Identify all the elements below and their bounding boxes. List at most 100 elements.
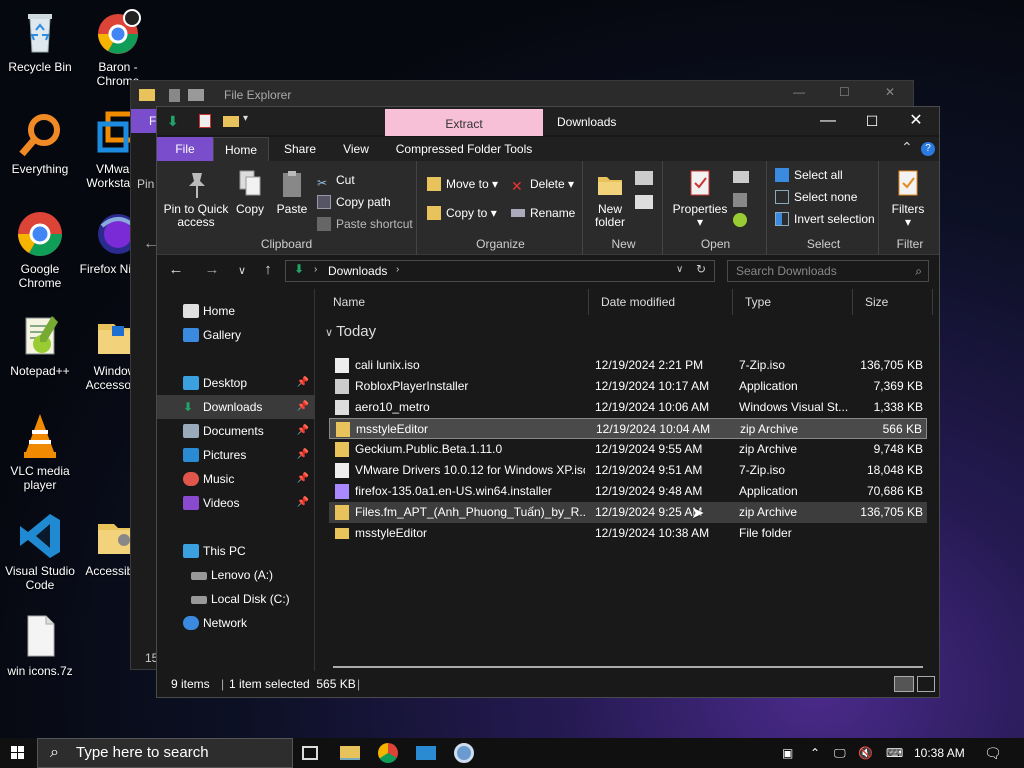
edit-icon[interactable] (733, 193, 747, 207)
move-to-button[interactable]: Move to ▾ (427, 175, 498, 193)
properties-quick-icon[interactable] (199, 114, 211, 128)
start-button[interactable] (0, 738, 36, 768)
download-icon[interactable]: ⬇ (167, 113, 179, 130)
maximize-button[interactable]: ☐ (849, 107, 895, 135)
back-button[interactable]: ← (165, 261, 187, 278)
nav-item-this-pc[interactable]: This PC (157, 539, 315, 563)
tab-view[interactable]: View (329, 137, 383, 161)
address-dropdown-icon[interactable]: ∨ (676, 264, 683, 275)
titlebar[interactable]: ⬇ ▾ Extract Downloads — ☐ ✕ (157, 107, 939, 136)
collapse-ribbon-icon[interactable]: ⌃ (901, 139, 913, 156)
column-header-type[interactable]: Type (733, 289, 853, 315)
desktop-icon-win-icons-7z[interactable]: win icons.7z (0, 612, 80, 678)
table-row-hovered[interactable]: Files.fm_APT_(Anh_Phuong_Tuấn)_by_R... 12… (329, 502, 927, 523)
nav-item-home[interactable]: Home (157, 299, 315, 323)
recent-locations-button[interactable]: ∨ (231, 264, 253, 277)
search-box[interactable]: Search Downloads ⌕ (727, 260, 929, 282)
new-folder-quick-icon[interactable] (223, 116, 239, 127)
desktop-icon-recycle-bin[interactable]: Recycle Bin (0, 8, 80, 74)
context-tab-extract[interactable]: Extract (385, 109, 543, 136)
column-header-size[interactable]: Size (853, 289, 933, 315)
desktop-icon-vscode[interactable]: Visual Studio Code (0, 512, 80, 592)
nav-item-desktop[interactable]: Desktop 📌 (157, 371, 315, 395)
group-header-today[interactable]: ∨ Today (325, 323, 376, 340)
desktop-icon-notepadpp[interactable]: Notepad++ (0, 312, 80, 378)
pin-to-quick-access-button[interactable]: Pin to Quick access (161, 169, 231, 229)
nav-item-gallery[interactable]: Gallery (157, 323, 315, 347)
minimize-button[interactable]: — (805, 107, 851, 135)
help-icon[interactable]: ? (921, 142, 935, 156)
forward-button[interactable]: → (201, 261, 223, 278)
task-view-icon[interactable] (302, 746, 318, 760)
volume-muted-icon[interactable]: 🔇 (858, 738, 873, 768)
notifications-icon[interactable]: 🗨 (984, 738, 1002, 768)
minimize-icon[interactable]: — (793, 85, 805, 99)
desktop-icon-google-chrome[interactable]: Google Chrome (0, 210, 80, 290)
tray-app-icon[interactable]: ▣ (782, 738, 793, 768)
close-button[interactable]: ✕ (893, 107, 939, 135)
table-row[interactable]: msstyleEditor 12/19/2024 10:38 AM File fol… (329, 523, 927, 544)
tab-home[interactable]: Home (213, 137, 269, 161)
maximize-icon[interactable]: ☐ (839, 85, 850, 99)
address-bar[interactable]: ⬇ › Downloads › ∨ ↻ (285, 260, 715, 282)
nav-item-documents[interactable]: Documents 📌 (157, 419, 315, 443)
tab-compressed-folder-tools[interactable]: Compressed Folder Tools (391, 137, 537, 161)
refresh-icon[interactable]: ↻ (696, 262, 706, 276)
chrome-taskbar-icon[interactable] (378, 743, 398, 763)
new-item-icon[interactable] (635, 171, 653, 185)
nav-item-videos[interactable]: Videos 📌 (157, 491, 315, 515)
up-button[interactable]: ↑ (257, 261, 279, 278)
table-row[interactable]: RobloxPlayerInstaller 12/19/2024 10:17 AM… (329, 376, 927, 397)
table-row[interactable]: Geckium.Public.Beta.1.11.0 12/19/2024 9:5… (329, 439, 927, 460)
desktop-icon-everything[interactable]: Everything (0, 110, 80, 176)
nav-item-network[interactable]: Network (157, 611, 315, 635)
table-row-selected[interactable]: msstyleEditor 12/19/2024 10:04 AM zip Arch… (329, 418, 927, 439)
nav-item-lenovo-a[interactable]: Lenovo (A:) (157, 563, 315, 587)
settings-taskbar-icon[interactable] (454, 743, 474, 763)
network-icon[interactable]: 🖵 (834, 738, 846, 768)
copy-button[interactable]: Copy (231, 169, 269, 216)
breadcrumb-downloads[interactable]: Downloads (328, 264, 387, 278)
select-none-button[interactable]: Select none (775, 188, 857, 206)
paste-shortcut-button[interactable]: Paste shortcut (317, 215, 413, 233)
show-hidden-icons-icon[interactable]: ⌃ (810, 738, 820, 768)
column-header-date[interactable]: Date modified (589, 289, 733, 315)
close-icon[interactable]: ✕ (885, 85, 895, 99)
properties-button[interactable]: Properties ▾ (669, 169, 731, 229)
nav-item-pictures[interactable]: Pictures 📌 (157, 443, 315, 467)
background-window-titlebar[interactable]: File Explorer — ☐ ✕ (131, 81, 913, 109)
keyboard-icon[interactable]: ⌨ (886, 738, 903, 768)
history-icon[interactable] (733, 213, 747, 227)
column-header-name[interactable]: Name (321, 289, 589, 315)
details-view-icon[interactable] (894, 676, 914, 692)
table-row[interactable]: aero10_metro 12/19/2024 10:06 AM Windows V… (329, 397, 927, 418)
nav-item-music[interactable]: Music 📌 (157, 467, 315, 491)
paste-button[interactable]: Paste (273, 169, 311, 216)
tab-share[interactable]: Share (273, 137, 327, 161)
copy-to-button[interactable]: Copy to ▾ (427, 204, 497, 222)
file-explorer-taskbar-icon[interactable] (340, 746, 360, 760)
desktop-icon-baron-chrome[interactable]: Baron - Chrome (78, 8, 158, 88)
table-row[interactable]: firefox-135.0a1.en-US.win64.installer 12/… (329, 481, 927, 502)
delete-button[interactable]: ✕ Delete ▾ (511, 175, 574, 194)
table-row[interactable]: VMware Drivers 10.0.12 for Windows XP.is… (329, 460, 927, 481)
nav-item-local-disk-c[interactable]: Local Disk (C:) (157, 587, 315, 611)
nav-item-downloads[interactable]: ⬇ Downloads 📌 (157, 395, 315, 419)
select-all-button[interactable]: Select all (775, 166, 843, 184)
horizontal-scrollbar[interactable] (333, 666, 923, 668)
filters-button[interactable]: Filters ▾ (885, 169, 931, 229)
quick-access-dropdown-icon[interactable]: ▾ (243, 113, 248, 124)
invert-selection-button[interactable]: Invert selection (775, 210, 875, 228)
rename-button[interactable]: Rename (511, 204, 575, 222)
clock[interactable]: 10:38 AM (914, 738, 965, 768)
file-explorer-window[interactable]: ⬇ ▾ Extract Downloads — ☐ ✕ File Home Sh… (156, 106, 940, 698)
cut-button[interactable]: ✂ Cut (317, 171, 355, 190)
large-icons-view-icon[interactable] (917, 676, 935, 692)
copy-path-button[interactable]: Copy path (317, 193, 391, 211)
taskbar-search-box[interactable]: ⌕ Type here to search (37, 738, 293, 768)
desktop-icon-vlc[interactable]: VLC media player (0, 412, 80, 492)
photos-taskbar-icon[interactable] (416, 746, 436, 760)
new-folder-button[interactable]: New folder (587, 169, 633, 229)
tab-file[interactable]: File (157, 137, 213, 161)
table-row[interactable]: cali lunix.iso 12/19/2024 2:21 PM 7-Zip.is… (329, 355, 927, 376)
